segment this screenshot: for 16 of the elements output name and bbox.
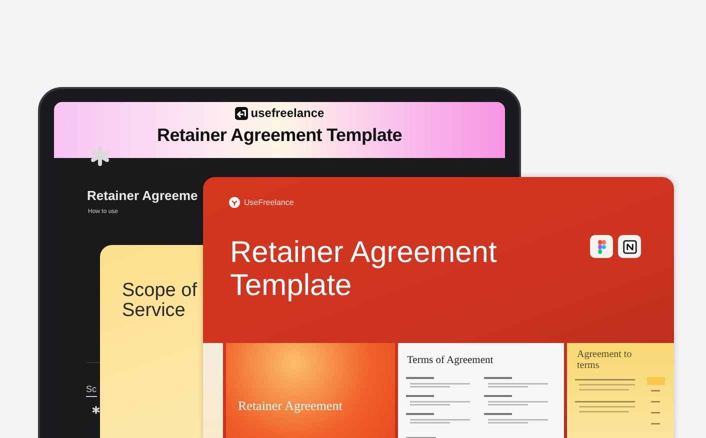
thumbnail-title: Terms of Agreement — [407, 355, 494, 366]
section-tab[interactable]: Sc — [86, 384, 97, 397]
page-title: Retainer Agreeme — [87, 188, 198, 203]
logo-icon — [234, 106, 248, 120]
figma-icon[interactable] — [590, 235, 613, 258]
card-title: Scope of Service — [122, 281, 198, 321]
logo-icon — [229, 197, 240, 208]
asterisk-icon — [90, 146, 110, 166]
brand-name: usefreelance — [250, 106, 324, 120]
notion-icon[interactable] — [618, 235, 641, 258]
thumbnail-title: Retainer Agreement — [238, 398, 342, 414]
thumbnail-title: Agreement to terms — [577, 349, 633, 371]
banner-title: Retainer Agreement Template — [157, 125, 402, 146]
cover-title: Retainer Agreement Template — [230, 236, 498, 302]
asterisk-icon — [92, 406, 100, 414]
brand-name: UseFreelance — [244, 198, 294, 207]
